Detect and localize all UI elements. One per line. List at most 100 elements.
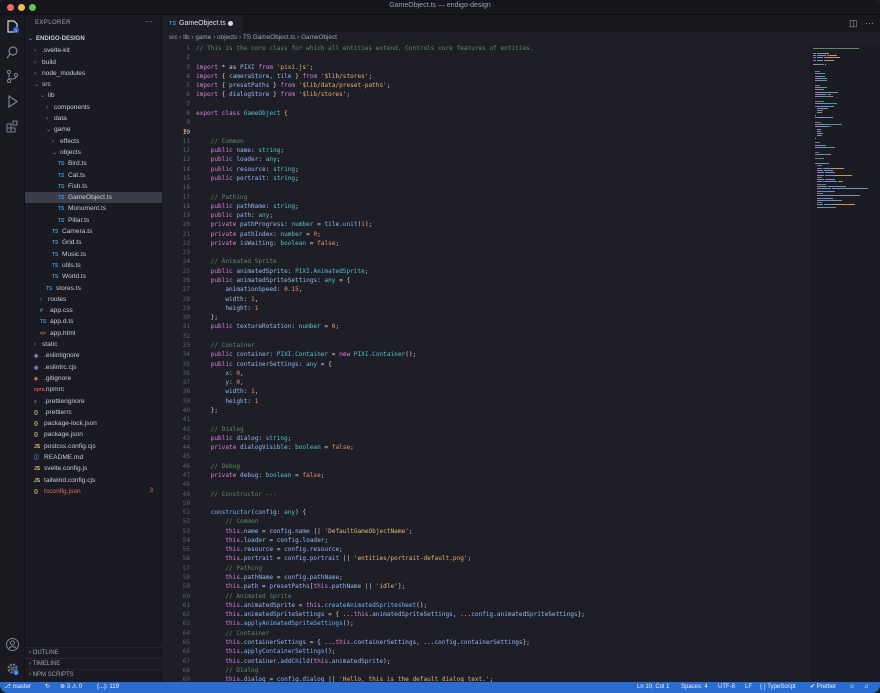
explorer-more-button[interactable]: ··· bbox=[145, 17, 153, 26]
tree-item[interactable]: TS Grid.ts bbox=[25, 237, 162, 248]
code-line[interactable]: this.loader = config.loader; bbox=[196, 536, 810, 545]
tree-item[interactable]: › static bbox=[25, 339, 162, 350]
code-line[interactable]: }; bbox=[196, 406, 810, 415]
tree-item[interactable]: TS Music.ts bbox=[25, 249, 162, 260]
tree-item[interactable]: npm.npmrc bbox=[25, 384, 162, 395]
code-line[interactable]: public containerSettings: any = { bbox=[196, 360, 810, 369]
code-line[interactable]: export class GameObject { bbox=[196, 109, 810, 118]
code-line[interactable]: private dialogVisible: boolean = false; bbox=[196, 443, 810, 452]
code-line[interactable]: // Pathing bbox=[196, 193, 810, 202]
code-line[interactable]: this.animatedSpriteSettings = { ...this.… bbox=[196, 610, 810, 619]
tree-item[interactable]: ◆ .gitignore bbox=[25, 373, 162, 384]
code-line[interactable]: private isWaiting: boolean = false; bbox=[196, 239, 810, 248]
code-line[interactable]: x: 0, bbox=[196, 369, 810, 378]
code-line[interactable]: height: 1 bbox=[196, 397, 810, 406]
code-line[interactable]: public path: any; bbox=[196, 211, 810, 220]
tree-item[interactable]: ◉ .eslintignore bbox=[25, 350, 162, 361]
extensions-icon[interactable] bbox=[5, 119, 20, 134]
code-line[interactable]: y: 0, bbox=[196, 378, 810, 387]
code-line[interactable]: this.name = config.name || 'DefaultGameO… bbox=[196, 527, 810, 536]
code-line[interactable]: public pathName: string; bbox=[196, 202, 810, 211]
code-line[interactable] bbox=[196, 128, 810, 137]
code-line[interactable]: width: 1, bbox=[196, 387, 810, 396]
tree-item[interactable]: TS Camera.ts bbox=[25, 226, 162, 237]
code-line[interactable]: // Common bbox=[196, 517, 810, 526]
tree-item[interactable]: # app.css bbox=[25, 305, 162, 316]
feedback-icon[interactable]: ☺ bbox=[849, 682, 855, 693]
tree-item[interactable]: › data bbox=[25, 113, 162, 124]
more-actions-icon[interactable]: ··· bbox=[865, 18, 874, 28]
code-line[interactable]: public resource: string; bbox=[196, 165, 810, 174]
branch-indicator[interactable]: ⎇ master bbox=[4, 682, 31, 693]
code-line[interactable]: // Container bbox=[196, 629, 810, 638]
tree-item[interactable]: ⌄ game bbox=[25, 124, 162, 135]
code-line[interactable]: private debug: boolean = false; bbox=[196, 471, 810, 480]
tree-item[interactable]: TS Monument.ts bbox=[25, 203, 162, 214]
code-line[interactable] bbox=[196, 452, 810, 461]
tree-item[interactable]: ⌄ lib bbox=[25, 90, 162, 101]
code-line[interactable]: width: 1, bbox=[196, 295, 810, 304]
encoding-indicator[interactable]: UTF-8 bbox=[718, 682, 735, 693]
code-line[interactable] bbox=[196, 248, 810, 257]
code-line[interactable] bbox=[196, 53, 810, 62]
manage-gear-icon[interactable]: 1 bbox=[5, 661, 20, 676]
account-icon[interactable] bbox=[5, 637, 20, 652]
sync-button[interactable]: ↻ bbox=[45, 682, 50, 693]
tree-item[interactable]: ⌄ src bbox=[25, 79, 162, 90]
tree-item[interactable]: ⌄ objects bbox=[25, 147, 162, 158]
code-line[interactable]: public dialog: string; bbox=[196, 434, 810, 443]
code-line[interactable] bbox=[196, 332, 810, 341]
minimap[interactable] bbox=[810, 44, 880, 682]
tree-item[interactable]: JS svelte.config.js bbox=[25, 463, 162, 474]
tree-item[interactable]: {} .prettierrc bbox=[25, 407, 162, 418]
bell-icon[interactable]: ♫ bbox=[864, 682, 869, 693]
code-line[interactable]: // Animated Sprite bbox=[196, 592, 810, 601]
tree-item[interactable]: TS World.ts bbox=[25, 271, 162, 282]
code-line[interactable]: // Dialog bbox=[196, 666, 810, 675]
tree-item[interactable]: {} tsconfig.json 3 bbox=[25, 486, 162, 497]
tree-item[interactable]: TS GameObject.ts bbox=[25, 192, 162, 204]
tree-item[interactable]: ≡ .prettierignore bbox=[25, 396, 162, 407]
braces-indicator[interactable]: {...}: 119 bbox=[97, 682, 119, 693]
tree-item[interactable]: TS Pillar.ts bbox=[25, 215, 162, 226]
code-line[interactable]: animationSpeed: 0.15, bbox=[196, 285, 810, 294]
breadcrumb-item[interactable]: objects bbox=[217, 34, 237, 41]
breadcrumb-item[interactable]: src bbox=[169, 34, 178, 41]
explorer-root-folder[interactable]: ⌄ ENDIGO-DESIGN bbox=[25, 34, 162, 45]
timeline-section[interactable]: › TIMELINE bbox=[25, 658, 162, 669]
code-line[interactable]: public loader: any; bbox=[196, 155, 810, 164]
code-line[interactable]: this.container.addChild(this.animatedSpr… bbox=[196, 657, 810, 666]
tree-item[interactable]: TS utils.ts bbox=[25, 260, 162, 271]
code-line[interactable]: // Dialog bbox=[196, 425, 810, 434]
code-line[interactable]: import * as PIXI from 'pixi.js'; bbox=[196, 63, 810, 72]
eol-indicator[interactable]: LF bbox=[745, 682, 752, 693]
code-line[interactable]: public animatedSprite: PIXI.AnimatedSpri… bbox=[196, 267, 810, 276]
tree-item[interactable]: › build bbox=[25, 57, 162, 68]
code-line[interactable] bbox=[196, 100, 810, 109]
tree-item[interactable]: › routes bbox=[25, 294, 162, 305]
tree-item[interactable]: <> app.html bbox=[25, 328, 162, 339]
code-line[interactable] bbox=[196, 415, 810, 424]
breadcrumb-item[interactable]: GameObject bbox=[301, 34, 337, 41]
code-line[interactable]: this.applyAnimatedSpriteSettings(); bbox=[196, 619, 810, 628]
split-editor-icon[interactable]: ◫ bbox=[849, 18, 858, 29]
tree-item[interactable]: › node_modules bbox=[25, 68, 162, 79]
tree-item[interactable]: TS Cat.ts bbox=[25, 170, 162, 181]
language-mode[interactable]: { } TypeScript bbox=[760, 682, 796, 693]
explorer-icon[interactable]: 1 bbox=[5, 19, 20, 34]
indentation-indicator[interactable]: Spaces: 4 bbox=[681, 682, 708, 693]
search-icon[interactable] bbox=[5, 45, 20, 60]
cursor-position[interactable]: Ln 10, Col 1 bbox=[637, 682, 669, 693]
code-line[interactable]: import { cameraStore, tile } from '$lib/… bbox=[196, 72, 810, 81]
code-line[interactable]: import { dialogStore } from '$lib/stores… bbox=[196, 90, 810, 99]
tree-item[interactable]: › components bbox=[25, 102, 162, 113]
tree-item[interactable]: ◉ .eslintrc.cjs bbox=[25, 362, 162, 373]
code-line[interactable]: // Common bbox=[196, 137, 810, 146]
code-line[interactable] bbox=[196, 499, 810, 508]
code-line[interactable]: // Animated Sprite bbox=[196, 257, 810, 266]
code-line[interactable]: private pathProgress: number = tile.unit… bbox=[196, 220, 810, 229]
tree-item[interactable]: TS stores.ts bbox=[25, 283, 162, 294]
code-line[interactable]: // This is the core class for which all … bbox=[196, 44, 810, 53]
code-line[interactable] bbox=[196, 118, 810, 127]
run-debug-icon[interactable] bbox=[5, 94, 20, 109]
